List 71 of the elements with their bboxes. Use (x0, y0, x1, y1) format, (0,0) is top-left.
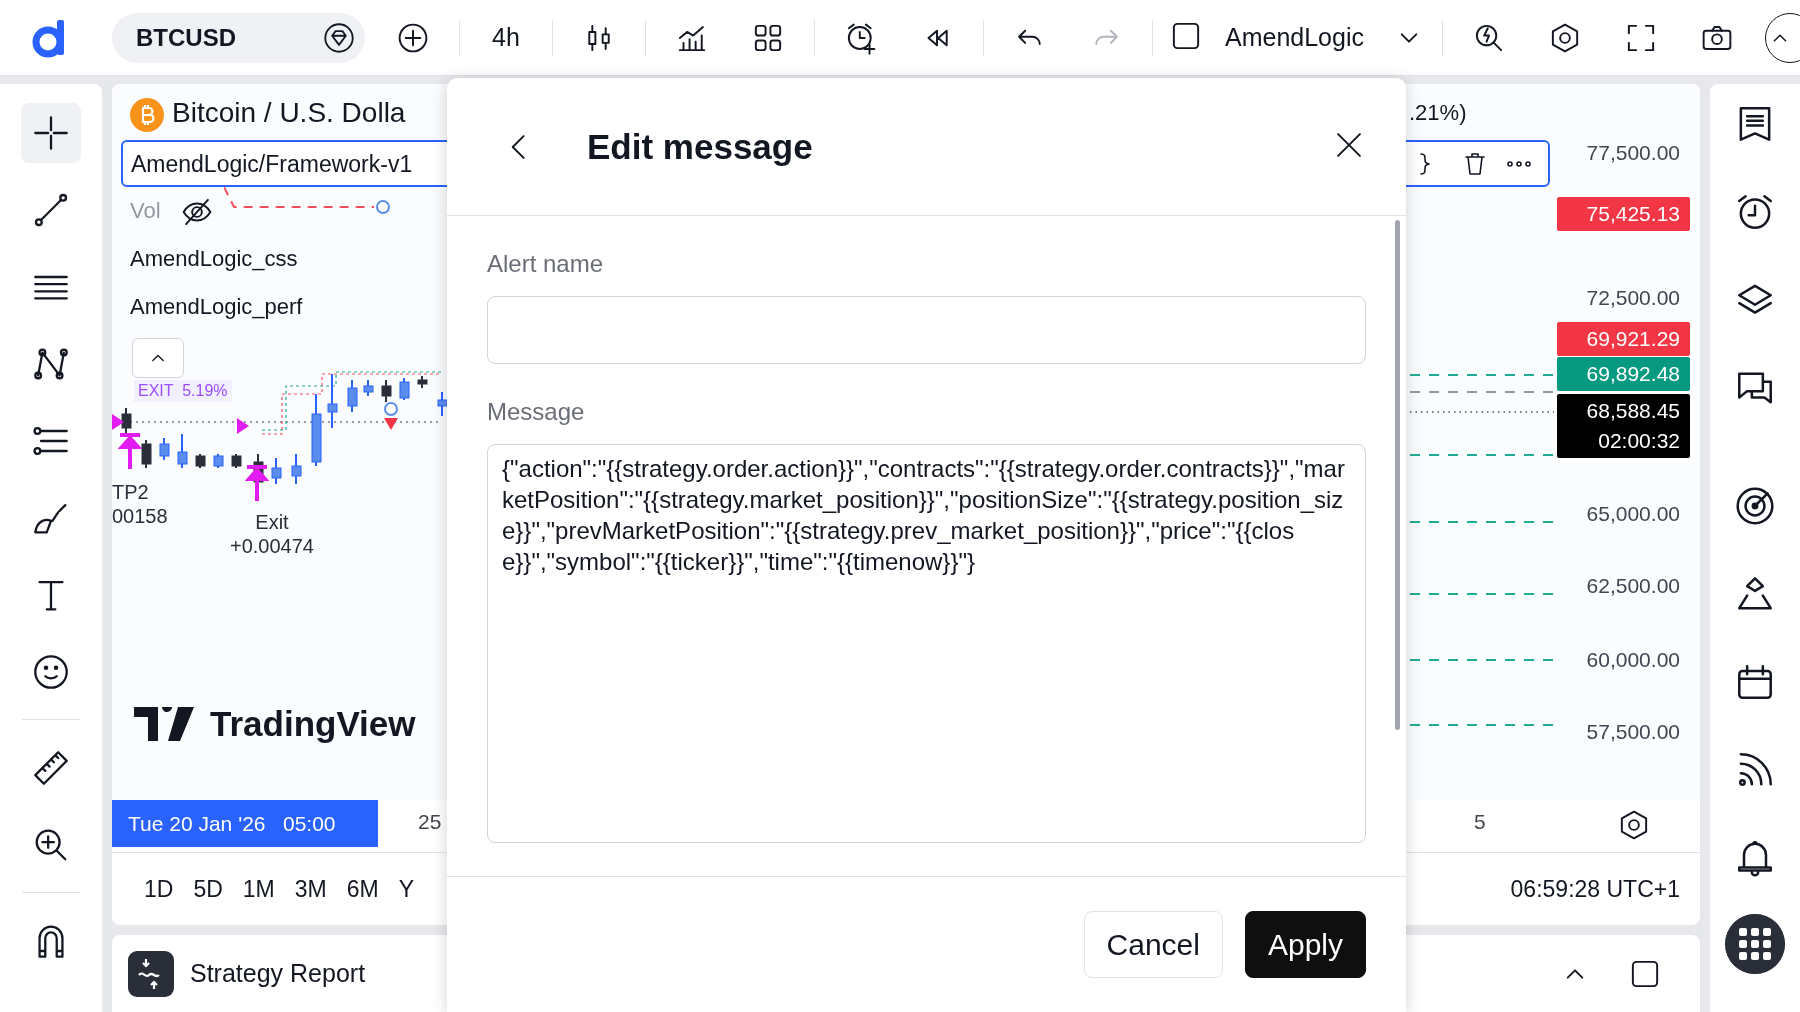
candle (437, 391, 447, 417)
range-button[interactable]: 3M (284, 870, 337, 909)
study-name: AmendLogic_css (130, 246, 298, 272)
price-label: 57,500.00 (1586, 719, 1680, 745)
candle (417, 375, 428, 389)
layout-name[interactable]: AmendLogic (1225, 23, 1364, 52)
up-arrow-icon (118, 433, 142, 471)
range-button[interactable]: 5D (183, 870, 233, 909)
trade-label: TP2 00158 (112, 480, 168, 528)
candle (399, 377, 410, 401)
clock[interactable]: 06:59:28 UTC+1 (1510, 876, 1680, 903)
range-button[interactable]: 1D (134, 870, 184, 909)
logo-icon (134, 707, 196, 741)
field-label: Alert name (487, 250, 605, 278)
panel-title[interactable]: Strategy Report (190, 959, 366, 988)
candle (347, 379, 358, 413)
price-tag: 69,892.48 (1557, 357, 1690, 391)
range-button[interactable]: Y (388, 870, 424, 909)
candle (195, 453, 206, 469)
alert-name-field[interactable] (487, 296, 1366, 364)
candle (271, 457, 282, 485)
range-button[interactable]: 1M (232, 870, 285, 909)
cancel-button[interactable]: Cancel (1083, 911, 1223, 978)
price-label: 60,000.00 (1586, 647, 1680, 673)
candle (213, 453, 224, 469)
candle (141, 439, 152, 469)
range-button[interactable]: 6M (336, 870, 389, 909)
price-label: 77,500.00 (1586, 140, 1680, 166)
price-change: .21%) (1409, 100, 1467, 126)
entry-marker (237, 418, 249, 434)
indicator-name: AmendLogic/Framework-v1 (131, 151, 413, 178)
price-label: 62,500.00 (1586, 573, 1680, 599)
volume-label: Vol (130, 198, 161, 224)
candle (121, 407, 132, 435)
chart-title: Bitcoin / U.S. Dolla (172, 97, 406, 129)
message-field[interactable]: {"action":"{{strategy.order.action}}","contracts":"{{strategy.order.contracts}}","marketPosition":"{{strategy.market_position}}","positionSize":"{{strategy.position_size}}","prevMarketPosition":"{{strategy.prev_market_position}}","price":"{{close}}","symbol":"{{ticker}}","time":"{{timenow}}"} (487, 444, 1366, 843)
crosshair-icon[interactable] (31, 113, 71, 153)
symbol-search[interactable]: BTCUSD (112, 12, 365, 63)
interval-button[interactable]: 4h (492, 23, 520, 52)
ruler-icon[interactable] (31, 748, 71, 788)
price-tag: 69,921.29 (1557, 322, 1690, 356)
candle (231, 453, 242, 469)
smiley-icon[interactable] (31, 652, 71, 692)
entry-marker (112, 414, 124, 430)
up-arrow-icon (245, 465, 269, 503)
study-name: AmendLogic_perf (130, 294, 303, 320)
crosshair-time-label: Tue 20 Jan '26 05:00 (112, 800, 378, 847)
price-tag: 75,425.13 (1557, 197, 1690, 231)
candle (159, 437, 170, 461)
candle (363, 379, 374, 397)
exit-label: EXIT 5.19% (134, 380, 232, 402)
dialog-title: Edit message (587, 126, 813, 167)
candle (291, 453, 302, 485)
watermark: TradingView (210, 704, 416, 744)
field-label: Message (487, 398, 586, 426)
price-tag: 68,588.45 02:00:32 (1557, 394, 1690, 458)
trade-label: Exit +0.00474 (230, 510, 314, 558)
scrollbar[interactable] (1395, 220, 1400, 730)
apps-button[interactable] (1725, 914, 1785, 974)
time-label: 5 (1474, 810, 1486, 834)
candle (381, 379, 392, 403)
price-label: 65,000.00 (1586, 501, 1680, 527)
strategy-icon[interactable] (128, 950, 174, 997)
apply-button[interactable]: Apply (1244, 911, 1366, 978)
time-label: 25 (418, 810, 442, 834)
candle (327, 373, 338, 429)
candle (177, 433, 188, 469)
signal-marker (384, 418, 398, 430)
coin-icon (130, 98, 164, 132)
indicator-point (384, 402, 398, 416)
price-label: 72,500.00 (1586, 285, 1680, 311)
